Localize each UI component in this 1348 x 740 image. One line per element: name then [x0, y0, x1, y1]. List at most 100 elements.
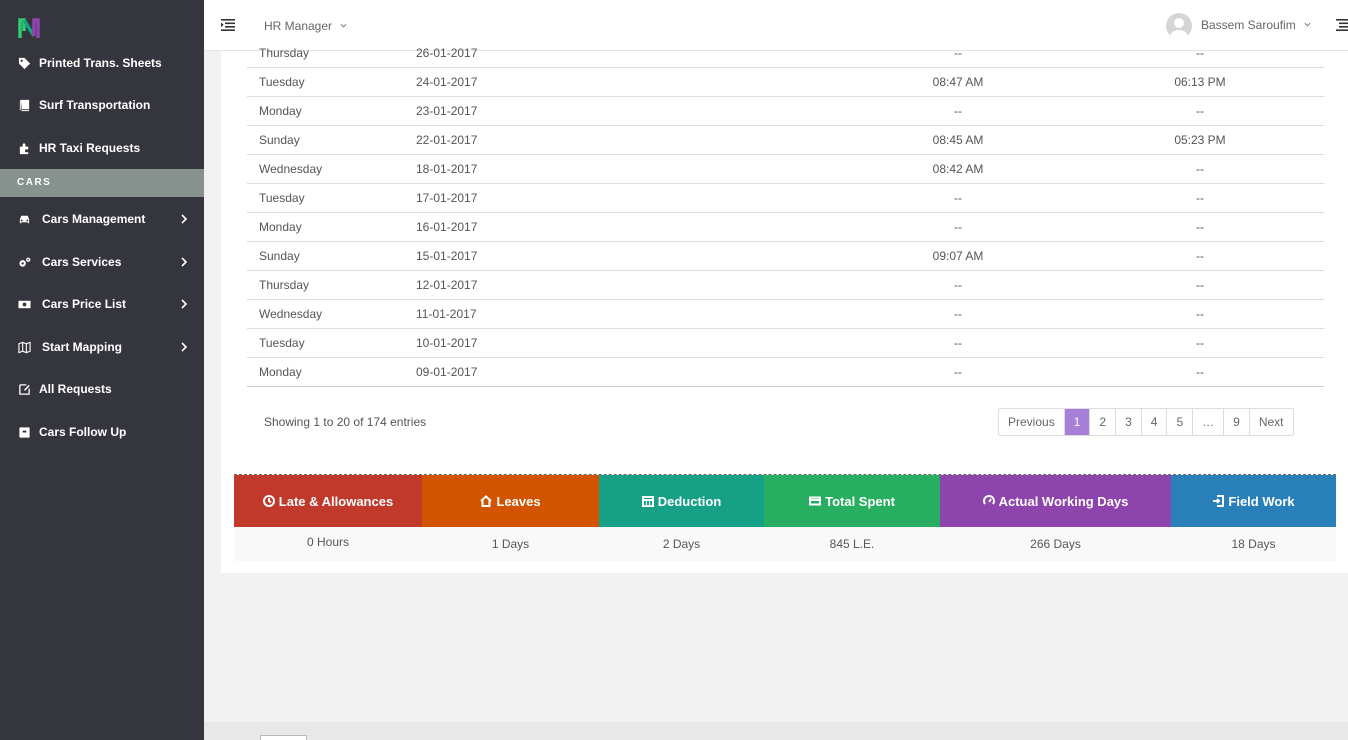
stat-leaves: Leaves 1 Days — [422, 475, 599, 561]
chevron-right-icon — [181, 257, 188, 267]
stat-deduction: Deduction 2 Days — [599, 475, 764, 561]
calendar-icon — [641, 496, 654, 507]
map-icon — [17, 340, 31, 354]
sign-in-icon — [1213, 495, 1225, 507]
day-cell: Thursday — [259, 46, 310, 60]
date-cell: 22-01-2017 — [416, 133, 478, 147]
table-row: Thursday 12-01-2017 -- -- — [247, 271, 1324, 300]
check-out-cell-text: -- — [1196, 104, 1204, 118]
check-out-cell-text: 06:13 PM — [1174, 75, 1226, 89]
page-1-button[interactable]: 1 — [1063, 409, 1090, 435]
check-in-cell-text: -- — [954, 365, 962, 379]
archive-icon — [17, 425, 31, 439]
check-out-cell-text: -- — [1196, 162, 1204, 176]
sidebar-item-hr-taxi-requests[interactable]: HR Taxi Requests — [0, 127, 204, 169]
date-cell: 17-01-2017 — [416, 191, 478, 205]
car-icon — [17, 212, 31, 226]
stat-total-spent: Total Spent 845 L.E. — [764, 475, 940, 561]
sidebar-item-cars-price-list[interactable]: Cars Price List — [0, 283, 204, 325]
attendance-table: Thursday 26-01-2017 -- -- Tuesday 24-01-2017 0… — [247, 39, 1324, 387]
check-out-cell-text: -- — [1196, 336, 1204, 350]
money-icon — [17, 297, 31, 311]
clock-icon — [262, 495, 275, 507]
avatar[interactable] — [1166, 13, 1192, 39]
stat-actual-working-days: Actual Working Days 266 Days — [940, 475, 1171, 561]
sidebar-item-start-mapping[interactable]: Start Mapping — [0, 326, 204, 368]
stat-value: 2 Days — [599, 527, 764, 561]
stat-label: Total Spent — [825, 493, 895, 509]
check-in-cell-text: -- — [954, 104, 962, 118]
sidebar-item-printed-trans-sheets[interactable]: Printed Trans. Sheets — [0, 42, 204, 84]
stat-label: Field Work — [1228, 493, 1295, 509]
sidebar-item-label: Cars Services — [42, 255, 122, 269]
check-out-cell-text: -- — [1196, 307, 1204, 321]
previous-page-button[interactable]: Previous — [999, 409, 1064, 435]
check-in-cell-text: -- — [954, 220, 962, 234]
stat-value: 266 Days — [940, 527, 1171, 561]
user-name: Bassem Saroufim — [1201, 18, 1296, 32]
sidebar-item-all-requests[interactable]: All Requests — [0, 368, 204, 410]
stat-header: Field Work — [1171, 475, 1336, 527]
check-in-cell-text: -- — [954, 278, 962, 292]
day-cell: Thursday — [259, 278, 310, 292]
role-label: HR Manager — [264, 19, 333, 33]
day-cell: Tuesday — [259, 336, 305, 350]
date-cell: 15-01-2017 — [416, 249, 478, 263]
check-out-cell-text: -- — [1196, 220, 1204, 234]
stat-value: 0 Hours — [234, 527, 422, 561]
logo-icon[interactable] — [18, 17, 40, 39]
sidebar-item-cars-services[interactable]: Cars Services — [0, 241, 204, 283]
menu-toggle-icon[interactable] — [221, 19, 235, 31]
chevron-down-icon — [1304, 22, 1311, 27]
sidebar-item-label: HR Taxi Requests — [39, 141, 141, 155]
date-cell: 12-01-2017 — [416, 278, 478, 292]
user-menu[interactable]: Bassem Saroufim — [1201, 18, 1311, 32]
page-9-button[interactable]: 9 — [1223, 409, 1249, 435]
check-in-cell-text: 08:47 AM — [932, 75, 984, 89]
sidebar-item-surf-transportation[interactable]: Surf Transportation — [0, 84, 204, 126]
chevron-right-icon — [181, 342, 188, 352]
check-out-cell-text: -- — [1196, 249, 1204, 263]
table-row: Tuesday 10-01-2017 -- -- — [247, 329, 1324, 358]
sidebar-item-cars-follow-up[interactable]: Cars Follow Up — [0, 411, 204, 453]
next-page-button[interactable]: Next — [1248, 409, 1293, 435]
right-panel-toggle-icon[interactable] — [1336, 19, 1348, 31]
day-cell: Tuesday — [259, 191, 305, 205]
chevron-down-icon — [340, 23, 347, 28]
check-in-cell-text: 08:42 AM — [932, 162, 984, 176]
footer-box — [260, 735, 307, 740]
stat-header: Actual Working Days — [940, 475, 1171, 527]
table-row: Monday 16-01-2017 -- -- — [247, 213, 1324, 242]
puzzle-icon — [17, 141, 31, 155]
day-cell: Wednesday — [259, 162, 323, 176]
table-row: Tuesday 17-01-2017 -- -- — [247, 184, 1324, 213]
day-cell: Monday — [259, 104, 302, 118]
entries-info: Showing 1 to 20 of 174 entries — [264, 415, 427, 429]
page-2-button[interactable]: 2 — [1089, 409, 1115, 435]
attendance-panel: Thursday 26-01-2017 -- -- Tuesday 24-01-2017 0… — [221, 46, 1348, 573]
date-cell: 09-01-2017 — [416, 365, 478, 379]
home-icon — [480, 495, 493, 507]
page-4-button[interactable]: 4 — [1140, 409, 1167, 435]
table-row: Monday 09-01-2017 -- -- — [247, 358, 1324, 387]
stat-label: Deduction — [657, 493, 722, 509]
page-5-button[interactable]: 5 — [1166, 409, 1192, 435]
gears-icon — [17, 255, 31, 269]
sidebar-item-cars-management[interactable]: Cars Management — [0, 198, 204, 240]
dashboard-icon — [982, 495, 995, 505]
day-cell: Monday — [259, 365, 302, 379]
summary-stats: Late & Allowances 0 Hours Leaves 1 Days Dedu… — [234, 474, 1336, 561]
date-cell: 26-01-2017 — [416, 46, 478, 60]
day-cell: Tuesday — [259, 75, 305, 89]
sidebar-item-label: Cars Follow Up — [39, 425, 127, 439]
chevron-right-icon — [181, 214, 188, 224]
table-row: Thursday 26-01-2017 -- -- — [247, 39, 1324, 68]
table-row: Wednesday 18-01-2017 08:42 AM -- — [247, 155, 1324, 184]
stat-label: Leaves — [496, 493, 541, 509]
day-cell: Sunday — [259, 249, 300, 263]
stat-label: Actual Working Days — [998, 493, 1129, 509]
role-dropdown[interactable]: HR Manager — [264, 19, 347, 33]
check-in-cell-text: 09:07 AM — [932, 249, 984, 263]
page-3-button[interactable]: 3 — [1115, 409, 1141, 435]
pagination-ellipsis[interactable]: … — [1192, 409, 1223, 435]
